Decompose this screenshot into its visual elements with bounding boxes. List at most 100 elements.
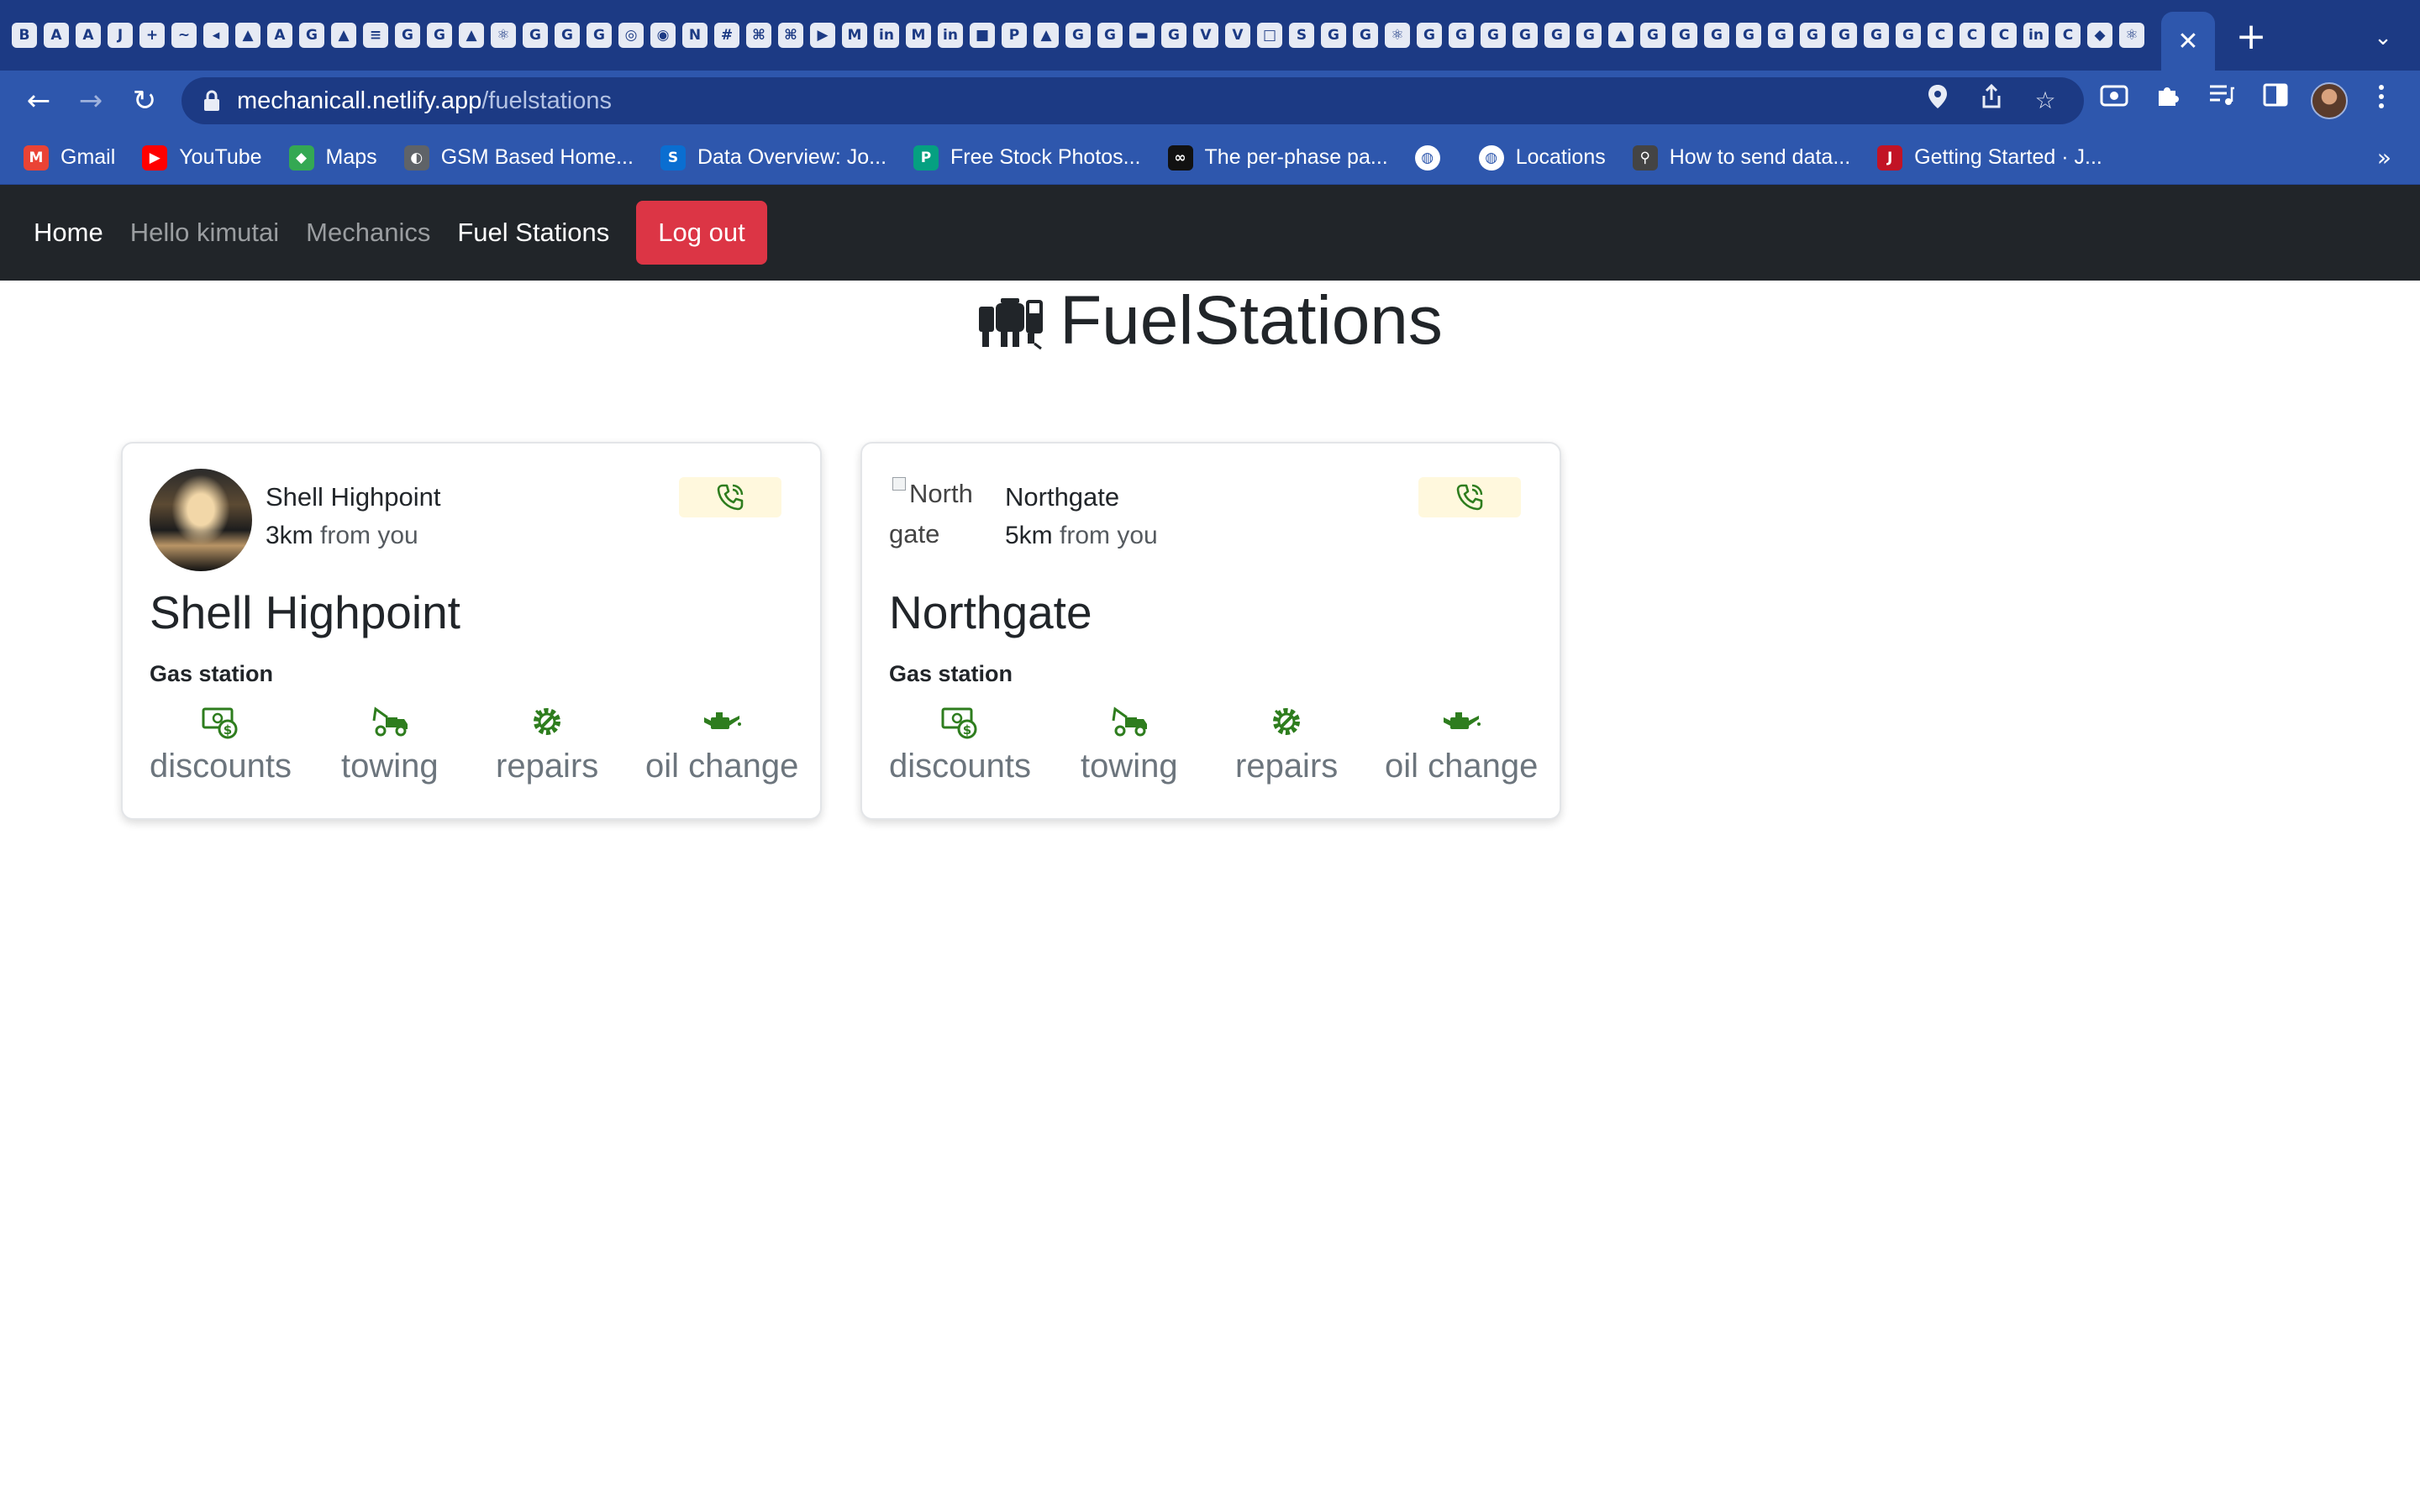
tab-favicon[interactable]: G [587, 23, 612, 48]
tab-favicon[interactable]: ◂ [203, 23, 229, 48]
tab-favicon[interactable]: V [1193, 23, 1218, 48]
tab-favicon[interactable]: C [2055, 23, 2081, 48]
bookmark-item[interactable]: ▶ YouTube [142, 131, 262, 185]
tab-favicon[interactable]: ▲ [331, 23, 356, 48]
tab-favicon[interactable]: G [1321, 23, 1346, 48]
tab-favicon[interactable]: B [12, 23, 37, 48]
bookmark-item[interactable]: ◍ Locations [1478, 131, 1606, 185]
logout-button[interactable]: Log out [636, 201, 767, 265]
tab-favicon[interactable]: C [1960, 23, 1985, 48]
feature-repairs[interactable]: repairs [1235, 702, 1338, 790]
address-bar[interactable]: mechanicall.netlify.app/fuelstations ☆ [182, 77, 2084, 124]
nav-mechanics-link[interactable]: Mechanics [306, 216, 430, 249]
bookmark-star-icon[interactable]: ☆ [2028, 84, 2062, 118]
share-icon[interactable] [1975, 83, 2008, 118]
profile-avatar[interactable] [2311, 82, 2348, 119]
feature-oil-change[interactable]: oil change [1385, 702, 1538, 790]
tab-favicon[interactable]: C [1928, 23, 1953, 48]
tab-favicon[interactable]: G [1353, 23, 1378, 48]
nav-user-greeting[interactable]: Hello kimutai [130, 216, 279, 249]
tab-favicon[interactable]: ▲ [1034, 23, 1059, 48]
feature-repairs[interactable]: repairs [496, 702, 598, 790]
tab-favicon[interactable]: G [1896, 23, 1921, 48]
screen-capture-icon[interactable] [2097, 82, 2131, 116]
tab-favicon[interactable]: G [1736, 23, 1761, 48]
tab-favicon[interactable]: G [1800, 23, 1825, 48]
tab-favicon[interactable]: ▶ [810, 23, 835, 48]
tab-favicon[interactable]: G [427, 23, 452, 48]
tab-favicon[interactable]: S [1289, 23, 1314, 48]
tab-favicon[interactable]: G [1449, 23, 1474, 48]
tab-favicon[interactable]: G [1065, 23, 1091, 48]
tab-favicon[interactable]: in [874, 23, 899, 48]
side-panel-icon[interactable] [2259, 82, 2292, 116]
bookmark-item[interactable]: S Data Overview: Jo... [660, 131, 886, 185]
active-tab-close-button[interactable]: ✕ [2161, 12, 2215, 71]
tab-favicon[interactable]: ▲ [1608, 23, 1634, 48]
tab-favicon[interactable]: G [1704, 23, 1729, 48]
new-tab-button[interactable]: + [2230, 17, 2272, 59]
tab-favicon[interactable]: G [1097, 23, 1123, 48]
tab-favicon[interactable]: M [906, 23, 931, 48]
tab-favicon[interactable]: J [108, 23, 133, 48]
tab-favicon[interactable]: ⚛ [1385, 23, 1410, 48]
tab-favicon[interactable]: A [76, 23, 101, 48]
tab-favicon[interactable]: C [1991, 23, 2017, 48]
bookmark-item[interactable]: ◍ [1414, 131, 1452, 185]
browser-menu-icon[interactable] [2365, 84, 2398, 118]
nav-home-link[interactable]: Home [34, 216, 103, 249]
tab-favicon[interactable]: G [1640, 23, 1665, 48]
call-button[interactable] [1418, 477, 1521, 517]
feature-oil-change[interactable]: oil change [645, 702, 798, 790]
tab-favicon[interactable]: ~ [171, 23, 197, 48]
tab-favicon[interactable]: G [1768, 23, 1793, 48]
tab-favicon[interactable]: P [1002, 23, 1027, 48]
tab-favicon[interactable]: G [1161, 23, 1186, 48]
tab-favicon[interactable]: + [139, 23, 165, 48]
tab-favicon[interactable]: G [1544, 23, 1570, 48]
tab-favicon[interactable]: G [555, 23, 580, 48]
feature-discounts[interactable]: $ discounts [150, 702, 292, 790]
bookmark-item[interactable]: M Gmail [24, 131, 115, 185]
tab-favicon[interactable]: ◉ [650, 23, 676, 48]
call-button[interactable] [679, 477, 781, 517]
tab-favicon[interactable]: ▲ [235, 23, 260, 48]
feature-towing[interactable]: towing [1081, 702, 1178, 790]
tab-favicon[interactable]: G [1481, 23, 1506, 48]
bookmark-item[interactable]: P Free Stock Photos... [913, 131, 1141, 185]
feature-towing[interactable]: towing [341, 702, 439, 790]
tab-favicon[interactable]: ⚛ [2119, 23, 2144, 48]
tab-favicon[interactable]: G [1832, 23, 1857, 48]
tab-favicon[interactable]: G [1864, 23, 1889, 48]
tab-favicon[interactable]: ▲ [459, 23, 484, 48]
tab-favicon[interactable]: ⚛ [491, 23, 516, 48]
tab-favicon[interactable]: G [395, 23, 420, 48]
tab-favicon[interactable]: □ [1257, 23, 1282, 48]
tab-favicon[interactable]: G [1576, 23, 1602, 48]
bookmark-item[interactable]: ◐ GSM Based Home... [403, 131, 634, 185]
tab-favicon[interactable]: # [714, 23, 739, 48]
location-icon[interactable] [1921, 84, 1954, 118]
tab-favicon[interactable]: A [267, 23, 292, 48]
reload-button[interactable]: ↻ [123, 79, 166, 123]
url-text[interactable]: mechanicall.netlify.app/fuelstations [237, 77, 612, 124]
extensions-puzzle-icon[interactable] [2151, 82, 2185, 116]
tab-favicon[interactable]: in [938, 23, 963, 48]
tab-favicon[interactable]: N [682, 23, 708, 48]
tab-favicon[interactable]: G [1512, 23, 1538, 48]
media-controls-icon[interactable] [2205, 82, 2238, 116]
bookmark-item[interactable]: ⚲ How to send data... [1632, 131, 1850, 185]
tab-favicon[interactable]: ⌘ [746, 23, 771, 48]
bookmark-item[interactable]: ∞ The per-phase pa... [1167, 131, 1388, 185]
tab-favicon[interactable]: M [842, 23, 867, 48]
tab-favicon[interactable]: ◎ [618, 23, 644, 48]
tab-favicon[interactable]: ≡ [363, 23, 388, 48]
tab-favicon[interactable]: G [1417, 23, 1442, 48]
tab-favicon[interactable]: V [1225, 23, 1250, 48]
tab-favicon[interactable]: ■ [970, 23, 995, 48]
tab-favicon[interactable]: ◆ [2087, 23, 2112, 48]
bookmarks-overflow-button[interactable]: » [2377, 131, 2391, 185]
tab-favicon[interactable]: G [1672, 23, 1697, 48]
tab-favicon[interactable]: in [2023, 23, 2049, 48]
tab-favicon[interactable]: ▬ [1129, 23, 1155, 48]
